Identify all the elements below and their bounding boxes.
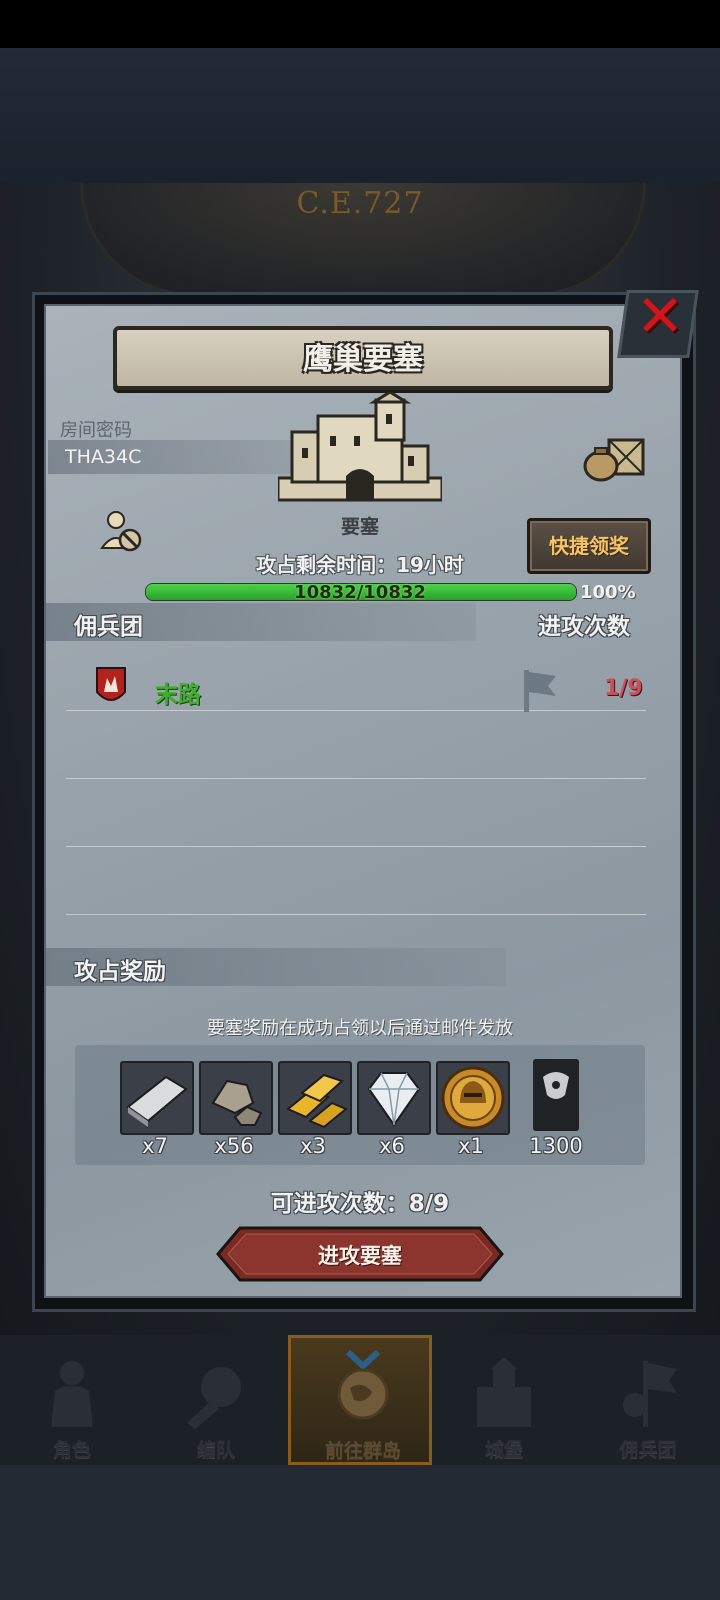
empty-row	[66, 846, 646, 915]
reward-qty: x3	[300, 1134, 326, 1158]
dialog-title: 鹰巢要塞	[303, 342, 423, 377]
mercenary-name: 末路	[155, 682, 201, 708]
user-blocked-icon[interactable]	[98, 508, 144, 554]
attacks-remaining: 可进攻次数：8/9	[270, 1191, 450, 1217]
nav-item-castle[interactable]: 城堡	[432, 1335, 576, 1465]
gold-bars-icon	[286, 1073, 348, 1129]
reward-item-banner[interactable]	[533, 1059, 579, 1131]
reward-qty: x56	[214, 1134, 254, 1158]
nav-label: 城堡	[484, 1439, 523, 1461]
mercenary-shield-icon	[96, 667, 126, 701]
bottom-background	[0, 1465, 720, 1600]
compass-globe-icon	[337, 1349, 389, 1420]
reward-item-diamond[interactable]	[357, 1061, 431, 1135]
reward-qty: 1300	[529, 1134, 583, 1158]
nav-item-character[interactable]: 角色	[0, 1335, 144, 1465]
nav-label: 前往群岛	[324, 1440, 401, 1462]
nav-item-islands[interactable]: 前往群岛	[288, 1335, 432, 1465]
mercenary-flag-icon	[623, 1361, 677, 1427]
fortress-icon	[278, 392, 442, 502]
status-bar	[0, 0, 720, 48]
mercenary-row[interactable]	[66, 642, 646, 711]
reward-qty: x6	[379, 1134, 405, 1158]
room-code-value[interactable]: THA34C	[65, 446, 141, 468]
reward-item-gold[interactable]	[278, 1061, 352, 1135]
remaining-time: 攻占剩余时间：19小时	[256, 553, 464, 577]
stone-ore-icon	[211, 1079, 263, 1126]
fortress-hp-percent: 100%	[580, 582, 636, 603]
reward-qty: x1	[458, 1134, 484, 1158]
close-icon[interactable]: ✕	[632, 286, 688, 346]
reward-item-stone[interactable]	[199, 1061, 273, 1135]
castle-icon	[477, 1357, 531, 1427]
diamond-icon	[367, 1072, 421, 1127]
era-year: C.E.727	[296, 186, 424, 221]
reward-note: 要塞奖励在成功占领以后通过邮件发放	[207, 1018, 513, 1039]
room-code-label: 房间密码	[60, 420, 132, 441]
empty-row	[66, 778, 646, 847]
mercenary-attack-count: 1/9	[604, 676, 643, 701]
nav-label: 佣兵团	[619, 1439, 677, 1461]
flag-icon	[524, 670, 556, 712]
formation-icon	[187, 1367, 241, 1429]
reward-header: 攻占奖励	[74, 959, 166, 985]
reward-qty: x7	[142, 1134, 168, 1158]
empty-row	[66, 710, 646, 779]
reward-item-helmet[interactable]	[436, 1061, 510, 1135]
nav-item-mercenary[interactable]: 佣兵团	[576, 1335, 720, 1465]
mercenary-header: 佣兵团	[74, 614, 143, 640]
loot-bag-crate-icon[interactable]	[583, 434, 645, 482]
nav-item-formation[interactable]: 编队	[144, 1335, 288, 1465]
nav-label: 编队	[196, 1439, 235, 1461]
top-background	[0, 48, 720, 183]
banner-icon	[533, 1059, 579, 1131]
attacks-header: 进攻次数	[538, 614, 630, 640]
attack-fortress-label[interactable]: 进攻要塞	[216, 1240, 504, 1270]
nav-label: 角色	[52, 1439, 91, 1461]
silver-ingot-icon	[126, 1075, 188, 1127]
helmet-medal-icon	[441, 1066, 505, 1130]
reward-item-silver[interactable]	[120, 1061, 194, 1135]
fortress-hp-text: 10832/10832	[294, 582, 426, 603]
knight-icon	[51, 1361, 93, 1427]
